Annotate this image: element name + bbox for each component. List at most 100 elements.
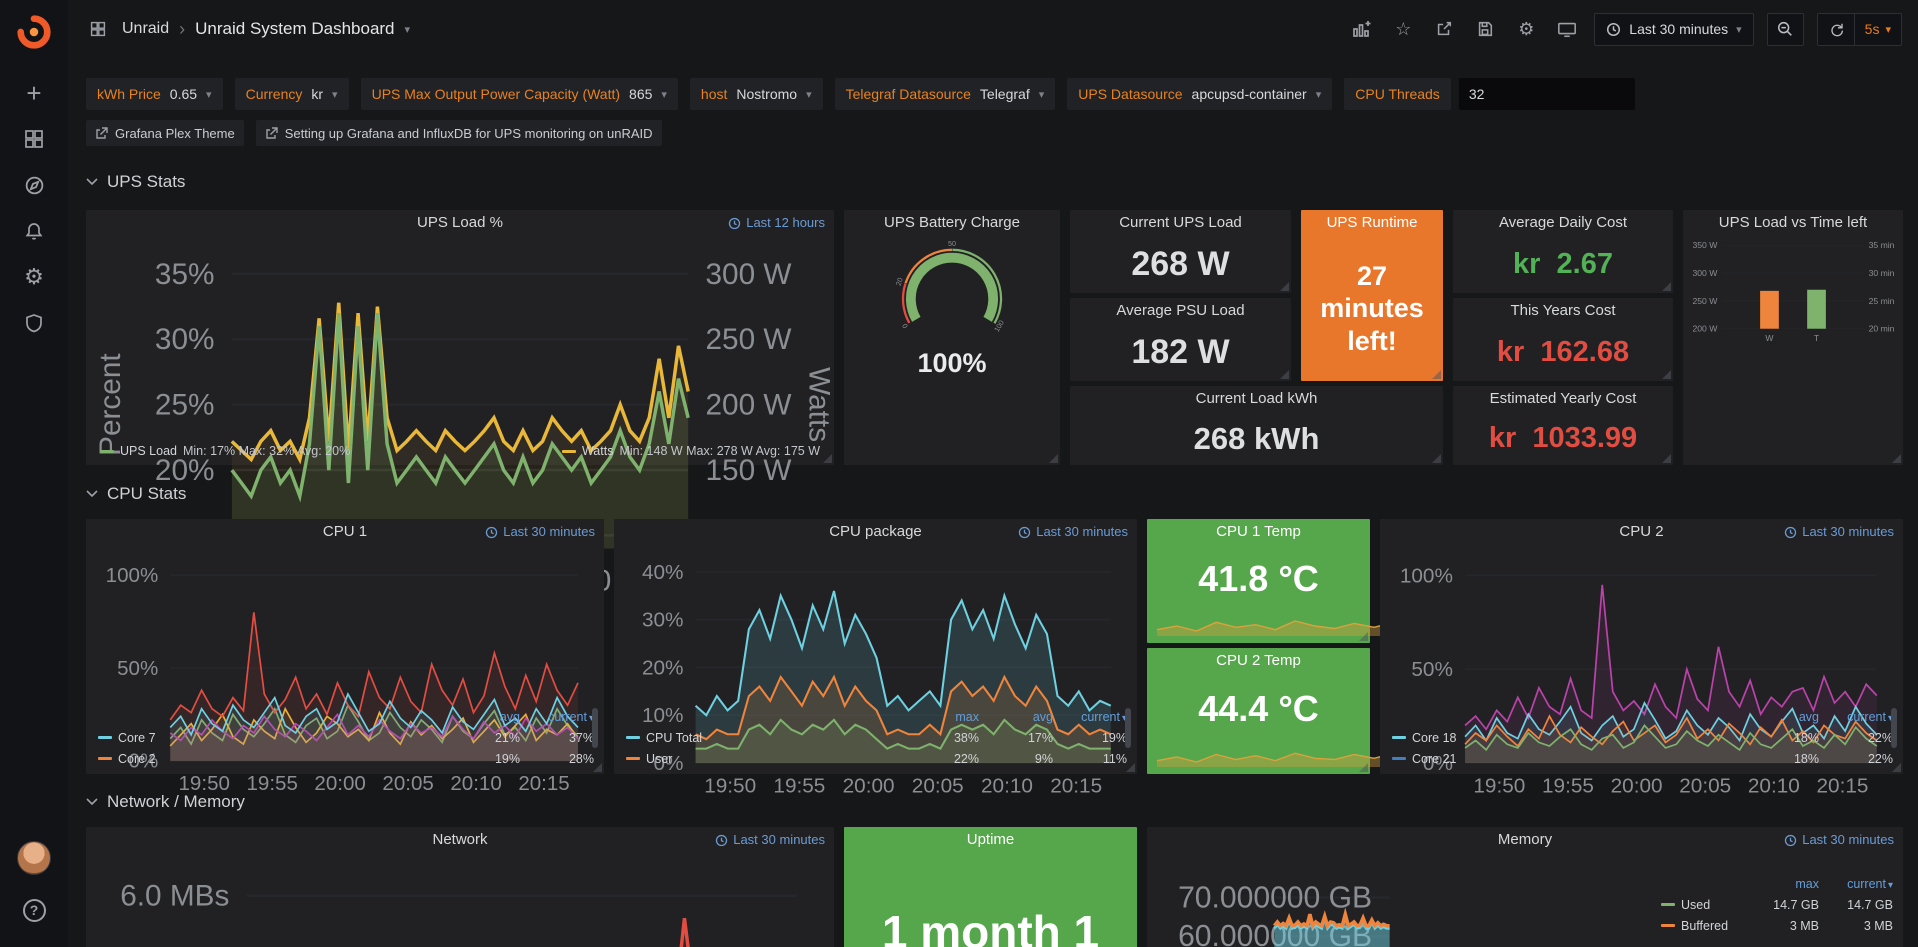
panel-resize-handle[interactable] [1280,282,1289,291]
panel-title: UPS Load vs Time left [1719,214,1867,231]
legend-row[interactable]: Core 2118%22% [1392,748,1893,769]
panel-title: CPU 2 Temp [1216,652,1301,669]
svg-text:250 W: 250 W [1692,296,1718,306]
chevron-down-icon [86,490,98,498]
alerting-bell-icon[interactable] [10,208,58,254]
panel-resize-handle[interactable] [1662,282,1671,291]
panel-time-override: Last 30 minutes [1018,519,1128,545]
legend-scrollbar[interactable] [592,708,598,748]
panel-resize-handle[interactable] [1892,763,1901,772]
section-ups-stats[interactable]: UPS Stats [86,172,185,192]
legend-scrollbar[interactable] [1891,708,1897,748]
server-admin-shield-icon[interactable] [10,300,58,346]
svg-text:T: T [1814,333,1820,343]
svg-text:150 W: 150 W [706,454,792,487]
panel-this-years-cost: This Years Cost kr 162.68 [1453,298,1673,381]
svg-text:20:05: 20:05 [912,774,964,797]
svg-text:40%: 40% [642,561,684,584]
svg-text:30 min: 30 min [1869,268,1895,278]
svg-text:Watts: Watts [803,367,832,442]
stat-value: kr 162.68 [1453,324,1673,381]
panel-cpu2-temp: CPU 2 Temp 44.4 °C [1147,648,1370,774]
legend-item[interactable]: WattsMin: 148 W Max: 278 W Avg: 175 W [562,444,820,458]
legend-scrollbar[interactable] [1125,708,1131,748]
panel-cpu1: CPU 1 Last 30 minutes 100%50%0%19:5019:5… [86,519,604,774]
svg-text:19:50: 19:50 [1473,774,1525,797]
legend-row[interactable]: CPU Total38%17%19% [626,727,1127,748]
panel-resize-handle[interactable] [1126,763,1135,772]
panel-resize-handle[interactable] [1359,763,1368,772]
sidebar: + ⚙ ? [0,0,68,947]
gauge-value: 100% [844,348,1060,379]
legend-row[interactable]: User22%9%11% [626,748,1127,769]
panel-resize-handle[interactable] [1662,454,1671,463]
svg-text:W: W [1765,333,1774,343]
stat-value: kr 1033.99 [1453,412,1673,465]
explore-compass-icon[interactable] [10,162,58,208]
stat-value: 27 minutes left! [1301,236,1443,381]
panel-title: Current Load kWh [1196,390,1318,407]
svg-text:19:50: 19:50 [704,774,756,797]
panel-ups-runtime: UPS Runtime 27 minutes left! [1301,210,1443,381]
panel-title: Network [432,831,487,848]
dashboards-grid-icon[interactable] [10,116,58,162]
svg-text:50%: 50% [117,657,158,680]
panel-resize-handle[interactable] [823,454,832,463]
dashboard-canvas: UPS Stats UPS Load % Last 12 hours 35%30… [68,0,1918,947]
panel-title: Estimated Yearly Cost [1490,390,1637,407]
panel-resize-handle[interactable] [1280,370,1289,379]
section-cpu-stats[interactable]: CPU Stats [86,484,186,504]
svg-text:20:10: 20:10 [1748,774,1800,797]
clock-icon [485,526,498,539]
configuration-gear-icon[interactable]: ⚙ [10,254,58,300]
legend-item[interactable]: UPS LoadMin: 17% Max: 32% Avg: 20% [100,444,350,458]
stat-value: 182 W [1070,324,1291,381]
panel-ups-load-vs-time-left: UPS Load vs Time left 350 W300 W250 W200… [1683,210,1903,465]
panel-resize-handle[interactable] [1432,370,1441,379]
svg-text:20:00: 20:00 [314,772,365,795]
clock-icon [728,217,741,230]
svg-text:350 W: 350 W [1692,240,1718,250]
panel-resize-handle[interactable] [593,763,602,772]
svg-text:0: 0 [900,322,909,329]
legend: avgcurrent▾ Core 1818%22% Core 2118%22% [1392,706,1893,769]
svg-text:300 W: 300 W [706,258,792,291]
help-icon[interactable]: ? [10,887,58,933]
svg-text:20: 20 [895,277,905,287]
svg-text:250 W: 250 W [706,323,792,356]
section-network-memory[interactable]: Network / Memory [86,792,245,812]
sort-caret-icon: ▾ [1888,880,1893,891]
user-avatar[interactable] [17,841,51,875]
panel-resize-handle[interactable] [1892,454,1901,463]
panel-resize-handle[interactable] [1662,370,1671,379]
panel-resize-handle[interactable] [1359,632,1368,641]
legend-row[interactable]: Buffered3 MB3 MB [1661,915,1893,936]
stat-value: 268 kWh [1070,412,1443,465]
panel-ups-battery-charge: UPS Battery Charge 02050100 100% [844,210,1060,465]
legend-row[interactable]: Core 721%37% [98,727,594,748]
network-chart[interactable]: 6.0 MBs4.0 MBs2.0 MBs0 MBs19:5019:5520:0… [88,853,832,947]
legend: maxcurrent▾ Used14.7 GB14.7 GB Buffered3… [1661,873,1893,936]
svg-text:20:15: 20:15 [518,772,569,795]
panel-title: UPS Runtime [1327,214,1418,231]
battery-gauge[interactable]: 02050100 [854,240,1050,338]
panel-average-daily-cost: Average Daily Cost kr 2.67 [1453,210,1673,293]
grafana-logo[interactable] [10,8,58,56]
panel-resize-handle[interactable] [1049,454,1058,463]
legend: avgcurrent▾ Core 721%37% Core 219%28% [98,706,594,769]
panel-resize-handle[interactable] [1432,454,1441,463]
legend-row[interactable]: Core 1818%22% [1392,727,1893,748]
legend: UPS LoadMin: 17% Max: 32% Avg: 20% Watts… [100,444,820,458]
svg-text:300 W: 300 W [1692,268,1718,278]
legend-row[interactable]: Used14.7 GB14.7 GB [1661,894,1893,915]
create-plus-icon[interactable]: + [10,70,58,116]
svg-text:20:00: 20:00 [1611,774,1663,797]
panel-time-override: Last 30 minutes [1784,519,1894,545]
ups-load-vs-time-chart[interactable]: 350 W300 W250 W200 W35 min30 min25 min20… [1685,238,1901,346]
stat-value: kr 2.67 [1453,236,1673,293]
legend-row[interactable]: Core 219%28% [98,748,594,769]
svg-text:25%: 25% [155,389,215,422]
grafana-app: + ⚙ ? Unraid › Unraid System Dash [0,0,1918,947]
stat-value: 44.4 °C [1147,674,1370,744]
svg-text:35%: 35% [155,258,215,291]
